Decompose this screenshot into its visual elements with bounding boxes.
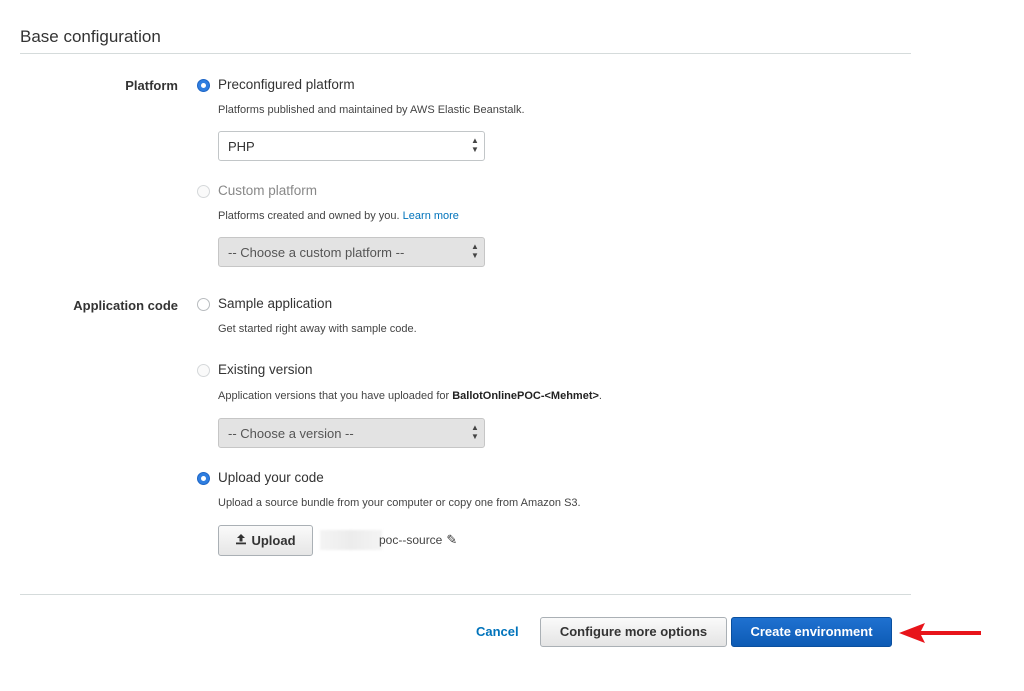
footer-divider xyxy=(20,594,911,595)
select-arrows-icon: ▲ ▼ xyxy=(471,423,479,441)
preconfigured-platform-radio[interactable] xyxy=(197,79,210,92)
existing-version-description: Application versions that you have uploa… xyxy=(218,390,602,402)
upload-code-label[interactable]: Upload your code xyxy=(218,470,324,485)
existing-version-description-prefix: Application versions that you have uploa… xyxy=(218,390,453,402)
custom-platform-select[interactable]: -- Choose a custom platform -- ▲ ▼ xyxy=(218,237,485,267)
platform-select-value: PHP xyxy=(228,139,255,154)
upload-button-label: Upload xyxy=(251,533,296,548)
upload-code-radio[interactable] xyxy=(197,472,210,485)
platform-select[interactable]: PHP ▲ ▼ xyxy=(218,131,485,161)
existing-version-label[interactable]: Existing version xyxy=(218,362,313,377)
version-select-value: -- Choose a version -- xyxy=(228,426,354,441)
section-divider xyxy=(20,53,911,54)
custom-platform-description-text: Platforms created and owned by you. xyxy=(218,210,400,222)
sample-application-label[interactable]: Sample application xyxy=(218,296,332,311)
select-arrows-icon: ▲ ▼ xyxy=(471,136,479,154)
uploaded-file: poc--source ✎ xyxy=(379,532,457,548)
upload-icon xyxy=(235,526,247,555)
custom-platform-radio[interactable] xyxy=(197,185,210,198)
select-arrows-icon: ▲ ▼ xyxy=(471,242,479,260)
sample-application-description: Get started right away with sample code. xyxy=(218,323,417,335)
upload-button[interactable]: Upload xyxy=(218,525,313,556)
existing-version-radio[interactable] xyxy=(197,364,210,377)
pencil-icon[interactable]: ✎ xyxy=(446,532,457,548)
learn-more-link[interactable]: Learn more xyxy=(403,210,459,222)
redacted-region xyxy=(320,530,382,550)
application-name: BallotOnlinePOC-<Mehmet> xyxy=(452,390,599,402)
annotation-arrow-icon xyxy=(899,623,981,643)
custom-platform-description: Platforms created and owned by you. Lear… xyxy=(218,210,459,222)
upload-code-description: Upload a source bundle from your compute… xyxy=(218,497,581,509)
custom-platform-label[interactable]: Custom platform xyxy=(218,183,317,198)
sample-application-radio[interactable] xyxy=(197,298,210,311)
custom-platform-select-value: -- Choose a custom platform -- xyxy=(228,245,405,260)
uploaded-file-name: poc--source xyxy=(379,533,443,547)
existing-version-description-suffix: . xyxy=(598,390,602,402)
application-code-label: Application code xyxy=(73,298,178,313)
version-select[interactable]: -- Choose a version -- ▲ ▼ xyxy=(218,418,485,448)
create-environment-button[interactable]: Create environment xyxy=(731,617,892,647)
section-title: Base configuration xyxy=(20,27,161,46)
configure-more-options-button[interactable]: Configure more options xyxy=(540,617,727,647)
preconfigured-platform-description: Platforms published and maintained by AW… xyxy=(218,104,525,116)
platform-label: Platform xyxy=(125,78,178,93)
cancel-link[interactable]: Cancel xyxy=(476,624,519,639)
preconfigured-platform-label[interactable]: Preconfigured platform xyxy=(218,77,355,92)
